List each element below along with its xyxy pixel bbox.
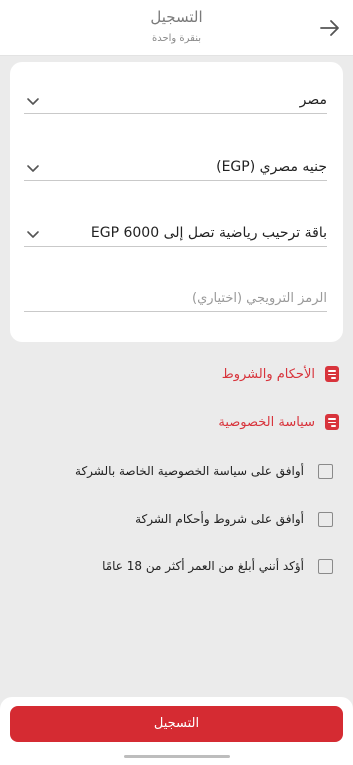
- document-icon: [325, 414, 339, 430]
- terms-consent-label: أوافق على شروط وأحكام الشركة: [135, 512, 304, 526]
- footer-bar: التسجيل: [0, 697, 353, 765]
- privacy-consent-label: أوافق على سياسة الخصوصية الخاصة بالشركة: [75, 464, 304, 478]
- terms-link[interactable]: الأحكام والشروط: [222, 364, 339, 384]
- terms-link-label: الأحكام والشروط: [221, 366, 315, 382]
- chevron-down-icon: [27, 231, 39, 238]
- age-confirmation-checkbox-row[interactable]: أؤكد أنني أبلغ من العمر أكثر من 18 عامًا: [102, 556, 333, 576]
- app-header: التسجيل بنقرة واحدة: [0, 0, 353, 56]
- promo-code-placeholder: الرمز الترويجي (اختياري): [192, 291, 327, 306]
- home-indicator: [124, 755, 230, 758]
- terms-consent-checkbox[interactable]: [318, 511, 333, 527]
- privacy-policy-link-label: سياسة الخصوصية: [218, 414, 315, 430]
- page-subtitle: بنقرة واحدة: [151, 33, 202, 44]
- privacy-policy-link[interactable]: سياسة الخصوصية: [218, 412, 339, 432]
- country-select[interactable]: مصر: [24, 86, 327, 114]
- privacy-consent-checkbox-row[interactable]: أوافق على سياسة الخصوصية الخاصة بالشركة: [75, 461, 333, 481]
- page-title: التسجيل: [150, 8, 203, 26]
- terms-consent-checkbox-row[interactable]: أوافق على شروط وأحكام الشركة: [135, 509, 333, 529]
- country-value: مصر: [299, 92, 327, 108]
- age-confirmation-checkbox[interactable]: [318, 558, 333, 574]
- register-button[interactable]: التسجيل: [10, 706, 343, 742]
- currency-value: جنيه مصري (EGP): [216, 159, 327, 175]
- arrow-right-icon[interactable]: [319, 18, 341, 38]
- privacy-consent-checkbox[interactable]: [318, 463, 333, 479]
- document-icon: [325, 366, 339, 382]
- chevron-down-icon: [27, 165, 39, 172]
- promo-code-input[interactable]: الرمز الترويجي (اختياري): [24, 284, 327, 312]
- bonus-select[interactable]: باقة ترحيب رياضية تصل إلى EGP 6000: [24, 219, 327, 247]
- currency-select[interactable]: جنيه مصري (EGP): [24, 153, 327, 181]
- age-confirmation-label: أؤكد أنني أبلغ من العمر أكثر من 18 عامًا: [102, 559, 304, 573]
- chevron-down-icon: [27, 98, 39, 105]
- bonus-value: باقة ترحيب رياضية تصل إلى EGP 6000: [90, 225, 327, 241]
- registration-form-card: مصر جنيه مصري (EGP) باقة ترحيب رياضية تص…: [10, 62, 343, 342]
